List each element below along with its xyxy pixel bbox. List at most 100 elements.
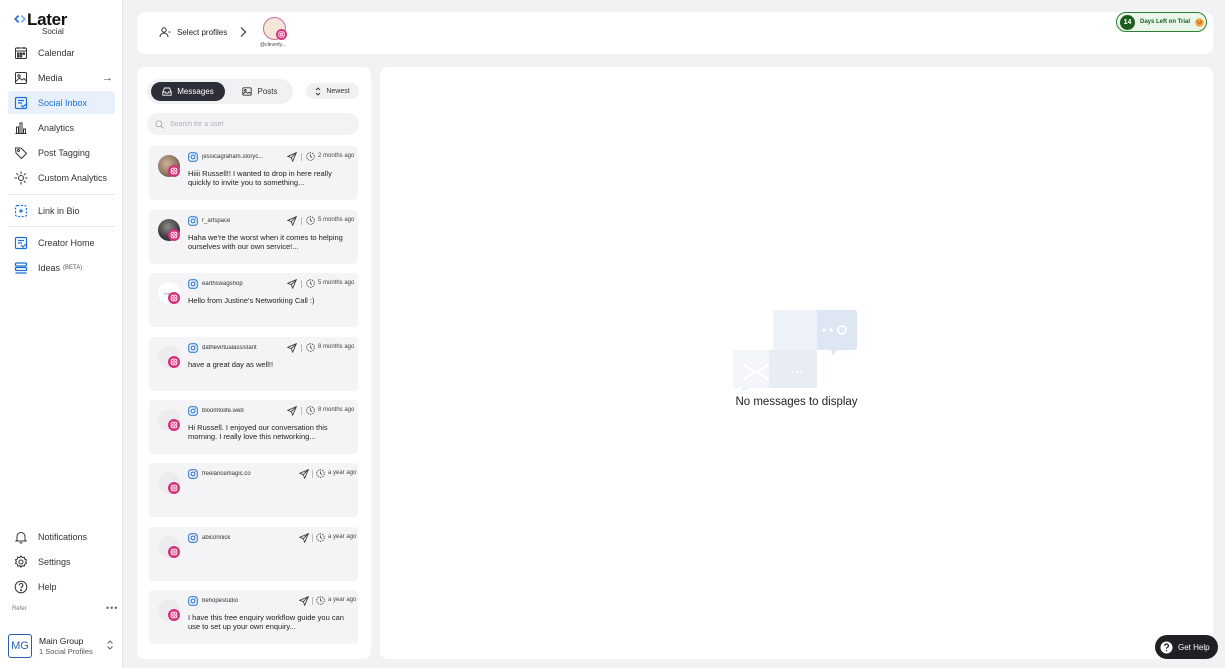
- message-time: 8 months ago: [318, 407, 355, 413]
- send-icon: [287, 216, 297, 226]
- trial-badge[interactable]: 14 Days Left on Trial: [1116, 12, 1207, 32]
- sidebar-item-settings[interactable]: Settings: [8, 550, 115, 573]
- message-time: 2 months ago: [318, 153, 355, 159]
- instagram-outline-icon: [188, 469, 198, 479]
- sidebar-item-ideas[interactable]: Ideas (BETA): [8, 256, 115, 279]
- message-preview: Hello from Justine's Networking Call :): [188, 296, 315, 305]
- message-thread-item[interactable]: bloomtolife.web 8 months ago Hi Russell. I…: [149, 400, 358, 454]
- send-icon: [287, 279, 297, 289]
- refer-link[interactable]: Refer: [12, 606, 27, 612]
- sidebar-item-calendar[interactable]: Calendar: [8, 41, 115, 64]
- trial-days-count: 14: [1120, 14, 1135, 30]
- arrow-right-icon[interactable]: →: [102, 72, 113, 84]
- send-icon: [299, 596, 309, 606]
- group-switcher[interactable]: MG Main Group 1 Social Profiles: [8, 633, 116, 659]
- tab-messages[interactable]: Messages: [151, 82, 225, 101]
- later-logo-icon: [14, 15, 26, 23]
- user-search[interactable]: [147, 113, 359, 135]
- message-username: behopestudio: [202, 598, 239, 604]
- instagram-icon: [168, 292, 180, 304]
- instagram-icon: [168, 609, 180, 621]
- message-time: 5 months ago: [318, 217, 355, 223]
- instagram-outline-icon: [188, 216, 198, 226]
- sidebar-item-help[interactable]: Help: [8, 575, 115, 598]
- sidebar-item-label: Notifications: [38, 531, 88, 542]
- sidebar-item-post-tagging[interactable]: Post Tagging: [8, 141, 115, 164]
- instagram-outline-icon: [188, 152, 198, 162]
- meta-divider: [312, 534, 313, 542]
- instagram-outline-icon: [188, 596, 198, 606]
- sidebar-item-creator-home[interactable]: Creator Home: [8, 231, 115, 254]
- message-time: a year ago: [328, 534, 357, 540]
- meta-divider: [301, 153, 302, 161]
- creator-home-icon: [13, 235, 29, 251]
- sidebar-item-notifications[interactable]: Notifications: [8, 525, 115, 548]
- user-icon: [159, 27, 171, 38]
- message-meta: r_artspace 5 months ago: [188, 215, 354, 227]
- send-icon: [299, 469, 309, 479]
- sidebar-item-social-inbox[interactable]: Social Inbox: [8, 91, 115, 114]
- message-username: dathevirtualassistant: [202, 345, 257, 351]
- meta-divider: [301, 217, 302, 225]
- get-help-label: Get Help: [1178, 642, 1210, 652]
- sidebar-item-analytics[interactable]: Analytics: [8, 116, 115, 139]
- sidebar-divider: [8, 226, 115, 227]
- message-thread-item[interactable]: r_artspace 5 months ago Haha we're the wor…: [149, 210, 358, 264]
- meta-divider: [312, 597, 313, 605]
- sidebar-item-link-in-bio[interactable]: Link in Bio: [8, 199, 115, 222]
- smile-icon: [1195, 17, 1204, 27]
- sidebar-item-label: Analytics: [38, 122, 75, 133]
- message-preview: have a great day as well!!: [188, 360, 274, 369]
- get-help-button[interactable]: Get Help: [1155, 635, 1218, 659]
- instagram-outline-icon: [188, 406, 198, 416]
- message-thread-item[interactable]: dathevirtualassistant 8 months ago have a …: [149, 337, 358, 391]
- instagram-icon: [168, 229, 180, 241]
- message-thread-item[interactable]: freelancemagic.co a year ago: [149, 463, 358, 517]
- message-meta: abiconnick a year ago: [188, 532, 357, 544]
- later-logo[interactable]: Later Social: [14, 10, 104, 38]
- message-username: earthswagshop: [202, 281, 243, 287]
- sidebar-divider: [8, 194, 115, 195]
- media-icon: [13, 70, 29, 86]
- more-options-icon[interactable]: •••: [106, 603, 118, 613]
- send-icon: [287, 406, 297, 416]
- sidebar-item-custom-analytics[interactable]: Custom Analytics: [8, 166, 115, 189]
- clock-icon: [306, 152, 315, 161]
- tab-label: Messages: [177, 87, 214, 96]
- tab-label: Posts: [257, 87, 278, 96]
- calendar-icon: [13, 45, 29, 61]
- select-profiles-button[interactable]: Select profiles: [159, 27, 227, 38]
- message-thread-item[interactable]: behopestudio a year ago I have this free e…: [149, 590, 358, 644]
- instagram-outline-icon: [188, 533, 198, 543]
- message-meta: bloomtolife.web 8 months ago: [188, 405, 354, 417]
- sidebar-item-label: Help: [38, 581, 57, 592]
- message-meta: earthswagshop 5 months ago: [188, 278, 354, 290]
- clock-icon: [306, 406, 315, 415]
- message-thread-item[interactable]: Earth earthswagshop 5 months ago Hello from…: [149, 273, 358, 327]
- profile-handle: @cleverly...: [260, 42, 286, 48]
- message-time: 5 months ago: [318, 280, 355, 286]
- bell-icon: [13, 529, 29, 545]
- instagram-icon: [168, 165, 180, 177]
- tab-posts[interactable]: Posts: [233, 82, 287, 101]
- sort-dropdown[interactable]: Newest: [306, 83, 359, 99]
- inbox-tabs: Messages Posts: [147, 79, 293, 104]
- message-username: freelancemagic.co: [202, 471, 251, 477]
- sidebar-item-label: Post Tagging: [38, 147, 90, 158]
- messages-panel: Messages Posts Newest jessicagraham.stor…: [137, 67, 371, 659]
- message-thread-item[interactable]: abiconnick a year ago: [149, 527, 358, 581]
- meta-divider: [301, 407, 302, 415]
- group-avatar: MG: [8, 634, 32, 658]
- empty-state-message: No messages to display: [735, 396, 858, 408]
- send-icon: [287, 343, 297, 353]
- conversation-panel: No messages to display: [380, 67, 1213, 659]
- sidebar-item-label: Social Inbox: [38, 97, 88, 108]
- send-icon: [287, 152, 297, 162]
- message-username: r_artspace: [202, 218, 231, 224]
- search-input[interactable]: [170, 120, 350, 128]
- top-header: Select profiles @cleverly... 14 Days Lef…: [137, 12, 1213, 54]
- message-thread-item[interactable]: jessicagraham.storyc... 2 months ago Hiiii…: [149, 146, 358, 200]
- sidebar-item-label: Ideas: [38, 262, 61, 273]
- message-preview: Hi Russell. I enjoyed our conversation t…: [188, 423, 328, 441]
- sidebar-item-media[interactable]: Media →: [8, 66, 115, 89]
